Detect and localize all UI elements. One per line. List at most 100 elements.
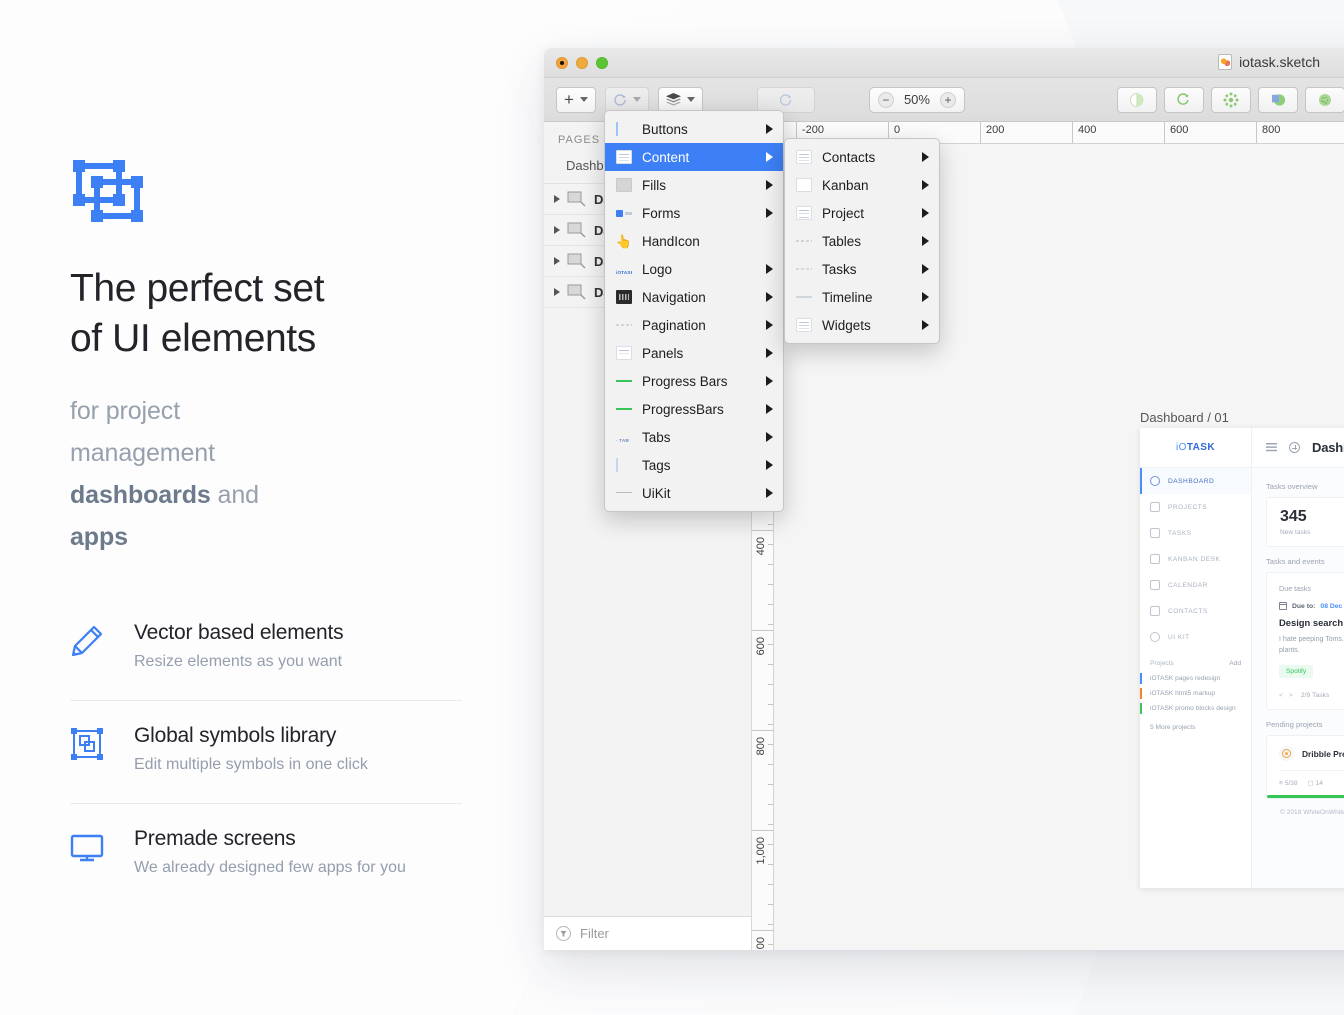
menu-item-label: Timeline bbox=[822, 289, 873, 305]
menu-item-uikit[interactable]: UiKit bbox=[605, 479, 783, 507]
disclosure-triangle-icon[interactable] bbox=[554, 195, 560, 203]
sidebar-project-item[interactable]: iOTASK html5 markup bbox=[1140, 686, 1251, 701]
submenu-item-contacts[interactable]: Contacts bbox=[785, 143, 939, 171]
mask-button[interactable] bbox=[1117, 86, 1157, 113]
texture-button[interactable] bbox=[1305, 86, 1344, 113]
filter-icon bbox=[556, 926, 571, 941]
sidebar-project-item[interactable]: iOTASK promo blocks design bbox=[1140, 701, 1251, 716]
menu-item-label: UiKit bbox=[642, 485, 671, 501]
pending-project-card[interactable]: Dribble Presentation ≡ 5/38 ▢ 14 ▤ 27 Ap… bbox=[1266, 735, 1344, 799]
artboard-dashboard-01[interactable]: iO TASK DASHBOARD PROJECTS TASKS KANBAN … bbox=[1140, 428, 1344, 888]
submenu-arrow-icon bbox=[766, 264, 773, 274]
sidebar-item-label: UI KIT bbox=[1168, 633, 1190, 641]
rotate-copies-button[interactable] bbox=[1164, 86, 1204, 113]
menu-item-handicon[interactable]: 👆 HandIcon bbox=[605, 227, 783, 255]
sidebar-item-kanban-desk[interactable]: KANBAN DESK bbox=[1140, 546, 1251, 572]
minimize-icon[interactable] bbox=[576, 57, 588, 69]
insert-button[interactable]: + bbox=[556, 86, 596, 113]
sidebar-item-contacts[interactable]: CONTACTS bbox=[1140, 598, 1251, 624]
menu-item-forms[interactable]: Forms bbox=[605, 199, 783, 227]
submenu-item-widgets[interactable]: Widgets bbox=[785, 311, 939, 339]
submenu-item-tasks[interactable]: Tasks bbox=[785, 255, 939, 283]
submenu-arrow-icon bbox=[766, 460, 773, 470]
sidebar-item-dashboard[interactable]: DASHBOARD bbox=[1140, 468, 1251, 494]
layers-button[interactable] bbox=[657, 86, 703, 113]
scatter-button[interactable] bbox=[1211, 86, 1251, 113]
dashboard-sidebar: iO TASK DASHBOARD PROJECTS TASKS KANBAN … bbox=[1140, 428, 1252, 888]
panel-thumb-icon bbox=[615, 345, 633, 361]
task-tag[interactable]: Spotify bbox=[1279, 665, 1314, 678]
subheadline: for project management dashboards and ap… bbox=[70, 390, 370, 558]
ruler-v-tick: 600 bbox=[752, 630, 773, 730]
task-body: I hate peeping Toms. For one thing they … bbox=[1279, 636, 1344, 654]
window-controls[interactable] bbox=[556, 57, 608, 69]
progressbar-thumb-icon bbox=[615, 401, 633, 417]
menu-item-progressbars[interactable]: ProgressBars bbox=[605, 395, 783, 423]
filter-input[interactable]: Filter bbox=[580, 926, 609, 941]
ruler-v-tick: 400 bbox=[752, 530, 773, 630]
feature-list: Vector based elements Resize elements as… bbox=[70, 598, 462, 906]
stat-card-new-tasks[interactable]: 345 New tasks bbox=[1266, 497, 1344, 547]
sidebar-item-label: CALENDAR bbox=[1168, 581, 1208, 589]
zoom-control[interactable]: − 50% + bbox=[868, 86, 965, 113]
content-submenu[interactable]: Contacts Kanban Project Tables Tasks Tim… bbox=[784, 138, 940, 344]
feature-title: Premade screens bbox=[134, 827, 296, 850]
submenu-item-tables[interactable]: Tables bbox=[785, 227, 939, 255]
menu-item-panels[interactable]: Panels bbox=[605, 339, 783, 367]
menu-item-fills[interactable]: Fills bbox=[605, 171, 783, 199]
add-project-button[interactable]: Add bbox=[1229, 660, 1241, 667]
submenu-arrow-icon bbox=[766, 376, 773, 386]
stat-value: 345 bbox=[1280, 507, 1307, 525]
submenu-item-project[interactable]: Project bbox=[785, 199, 939, 227]
task-title: Design search page bbox=[1279, 617, 1344, 628]
fill-thumb-icon bbox=[615, 177, 633, 193]
menu-item-content[interactable]: Content bbox=[605, 143, 783, 171]
zoom-out-button[interactable]: − bbox=[877, 91, 894, 108]
dashboard-content[interactable]: Tasks overview 345 New tasks Tasks and e… bbox=[1252, 468, 1344, 888]
menu-item-label: Buttons bbox=[642, 121, 688, 137]
maximize-icon[interactable] bbox=[596, 57, 608, 69]
uikit-thumb-icon bbox=[615, 485, 633, 501]
sidebar-item-calendar[interactable]: CALENDAR bbox=[1140, 572, 1251, 598]
disclosure-triangle-icon[interactable] bbox=[554, 257, 560, 265]
tasks-thumb-icon bbox=[795, 261, 813, 277]
timeline-thumb-icon bbox=[795, 289, 813, 305]
menu-item-tags[interactable]: Tags bbox=[605, 451, 783, 479]
close-icon[interactable] bbox=[556, 57, 568, 69]
disclosure-triangle-icon[interactable] bbox=[554, 288, 560, 296]
card-header: Due tasks bbox=[1279, 584, 1311, 593]
pager-arrows[interactable]: < > bbox=[1279, 692, 1295, 699]
tasks-icon bbox=[1150, 528, 1160, 538]
stat-label: New tasks bbox=[1280, 528, 1311, 536]
add-circle-icon[interactable] bbox=[1289, 442, 1300, 453]
submenu-item-timeline[interactable]: Timeline bbox=[785, 283, 939, 311]
menu-item-progress-bars[interactable]: Progress Bars bbox=[605, 367, 783, 395]
menu-item-navigation[interactable]: Navigation bbox=[605, 283, 783, 311]
union-button[interactable] bbox=[1258, 86, 1298, 113]
tags-thumb-icon bbox=[615, 457, 633, 473]
menu-item-logo[interactable]: iOTASK Logo bbox=[605, 255, 783, 283]
symbols-dropdown-menu[interactable]: Buttons Content Fills Forms 👆 HandIcon i… bbox=[604, 110, 784, 512]
hamburger-icon[interactable] bbox=[1266, 443, 1277, 452]
sidebar-item-ui-kit[interactable]: UI KIT bbox=[1140, 624, 1251, 650]
card-due-tasks[interactable]: Due tasks Due to: 08 Dec 2018 Design sea… bbox=[1266, 572, 1344, 710]
sidebar-item-projects[interactable]: PROJECTS bbox=[1140, 494, 1251, 520]
zoom-in-button[interactable]: + bbox=[939, 91, 956, 108]
submenu-item-kanban[interactable]: Kanban bbox=[785, 171, 939, 199]
sidebar-item-tasks[interactable]: TASKS bbox=[1140, 520, 1251, 546]
menu-item-pagination[interactable]: Pagination bbox=[605, 311, 783, 339]
layer-filter-bar[interactable]: Filter bbox=[544, 916, 751, 950]
ruler-v-tick: 1,000 bbox=[752, 830, 773, 930]
hand-icon: 👆 bbox=[615, 233, 633, 249]
sidebar-project-item[interactable]: iOTASK pages redesign bbox=[1140, 671, 1251, 686]
artboard-label[interactable]: Dashboard / 01 bbox=[1140, 410, 1229, 425]
menu-item-label: Content bbox=[642, 149, 690, 165]
symbols-button[interactable] bbox=[604, 86, 649, 113]
menu-item-tabs[interactable]: ◦ TAB Tabs bbox=[605, 423, 783, 451]
sidebar-more-projects[interactable]: 5 More projects bbox=[1140, 720, 1251, 735]
disclosure-triangle-icon[interactable] bbox=[554, 226, 560, 234]
due-date-link[interactable]: 08 Dec 2018 bbox=[1320, 603, 1344, 610]
chevron-down-icon bbox=[579, 97, 588, 102]
make-symbol-button[interactable] bbox=[756, 86, 815, 113]
menu-item-buttons[interactable]: Buttons bbox=[605, 115, 783, 143]
